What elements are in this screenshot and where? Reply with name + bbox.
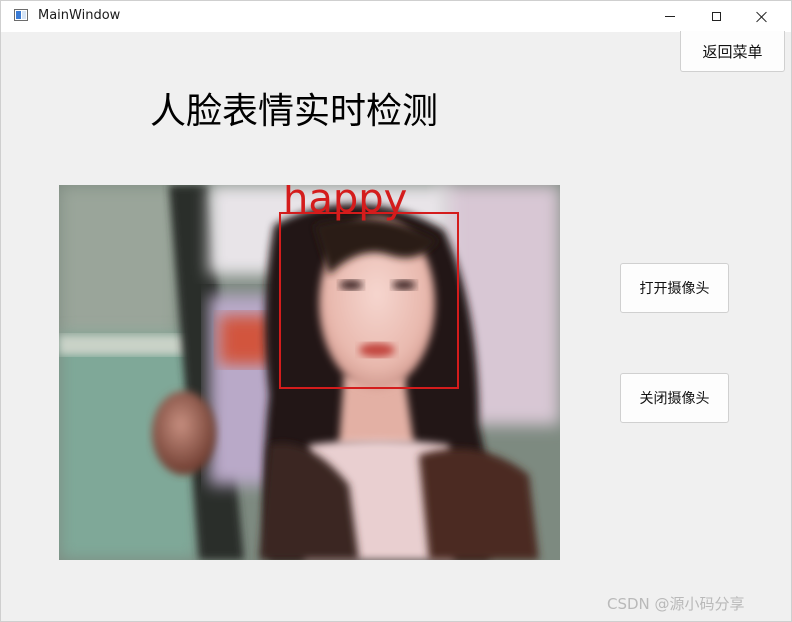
maximize-icon: [711, 12, 721, 21]
camera-frame-image: happy: [59, 185, 560, 560]
main-window: MainWindow 返回菜单 人脸表情实时检测 happy 打开摄像头 关闭摄…: [0, 0, 792, 622]
open-camera-button[interactable]: 打开摄像头: [620, 263, 729, 313]
window-title: MainWindow: [38, 8, 121, 23]
camera-feed: happy: [59, 185, 560, 560]
back-to-menu-button[interactable]: 返回菜单: [680, 31, 785, 72]
close-camera-button[interactable]: 关闭摄像头: [620, 373, 729, 423]
maximize-button[interactable]: [693, 1, 739, 32]
title-bar[interactable]: MainWindow: [1, 1, 791, 32]
emotion-label: happy: [283, 185, 407, 222]
minimize-button[interactable]: [647, 1, 693, 32]
close-window-button[interactable]: [739, 1, 785, 32]
page-title: 人脸表情实时检测: [150, 91, 439, 132]
minimize-icon: [665, 16, 675, 17]
close-icon: [756, 11, 768, 23]
watermark: CSDN @源小码分享: [607, 595, 745, 613]
app-window-icon: [14, 9, 28, 21]
